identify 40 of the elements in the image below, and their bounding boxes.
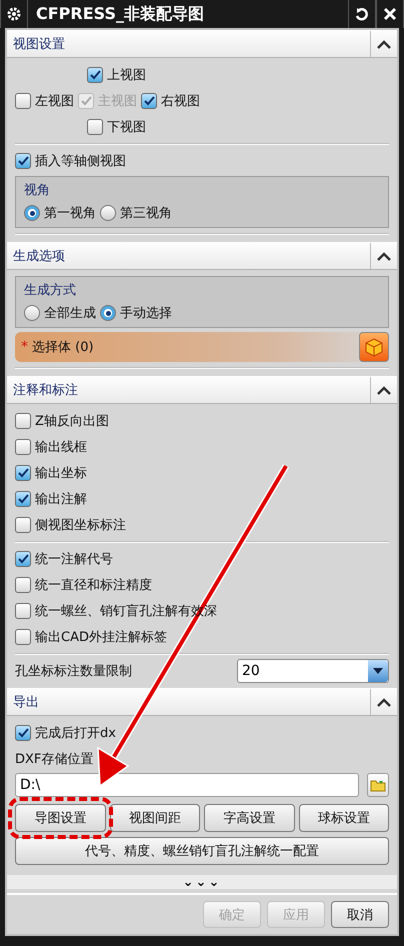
more-options-toggle[interactable]: ⌄⌄⌄ — [7, 875, 397, 889]
limit-dropdown[interactable]: 20 — [237, 659, 389, 683]
radio-label: 手动选择 — [120, 305, 172, 322]
dialog-button[interactable]: 取消 — [331, 901, 389, 928]
checkbox-label: 输出线框 — [35, 439, 87, 456]
checkbox-label: 右视图 — [161, 93, 200, 110]
section-header[interactable]: 注释和标注 — [7, 376, 397, 404]
checkbox-label: 主视图 — [98, 93, 137, 110]
checkbox-label: 统一直径和标注精度 — [35, 577, 152, 594]
selection-bar[interactable]: * 选择体 (0) — [15, 332, 389, 362]
checkbox-label: 输出注解 — [35, 491, 87, 508]
required-mark: * — [21, 339, 28, 355]
checkbox-label: 左视图 — [35, 93, 74, 110]
checkbox-label: 侧视图坐标标注 — [35, 517, 126, 534]
section-header[interactable]: 生成选项 — [7, 242, 397, 270]
checkbox-label: Z轴反向出图 — [35, 413, 109, 430]
checkbox-label: 统一注解代号 — [35, 551, 113, 568]
checkbox-label: 输出坐标 — [35, 465, 87, 482]
window-title: CFPRESS_非装配导图 — [35, 4, 205, 24]
radio-label: 第三视角 — [120, 205, 172, 222]
checkbox-label: 输出CAD外挂注解标签 — [35, 629, 167, 646]
path-label: DXF存储位置 — [15, 751, 94, 768]
radio-label: 第一视角 — [44, 205, 96, 222]
limit-label: 孔坐标标注数量限制 — [15, 663, 132, 680]
path-field[interactable]: D:\ — [15, 773, 359, 797]
section-header[interactable]: 导出 — [7, 688, 397, 716]
group-title: 生成方式 — [24, 282, 77, 300]
checkbox-label: 完成后打开dx — [35, 725, 116, 742]
group-title: 视角 — [24, 182, 51, 200]
settings-button[interactable]: 字高设置 — [204, 804, 294, 832]
checkbox-label: 插入等轴侧视图 — [35, 153, 126, 170]
checkbox-label: 下视图 — [107, 119, 146, 136]
settings-button[interactable]: 视图间距 — [110, 804, 200, 832]
settings-button[interactable]: 球标设置 — [298, 804, 389, 832]
settings-button[interactable]: 导图设置 — [15, 804, 106, 832]
unified-config-button[interactable]: 代号、精度、螺丝销钉盲孔注解统一配置 — [15, 837, 389, 865]
section-header[interactable]: 视图设置 — [7, 30, 397, 58]
radio-label: 全部生成 — [44, 305, 96, 322]
selection-label: 选择体 (0) — [32, 339, 94, 356]
checkbox-label: 上视图 — [107, 67, 146, 84]
